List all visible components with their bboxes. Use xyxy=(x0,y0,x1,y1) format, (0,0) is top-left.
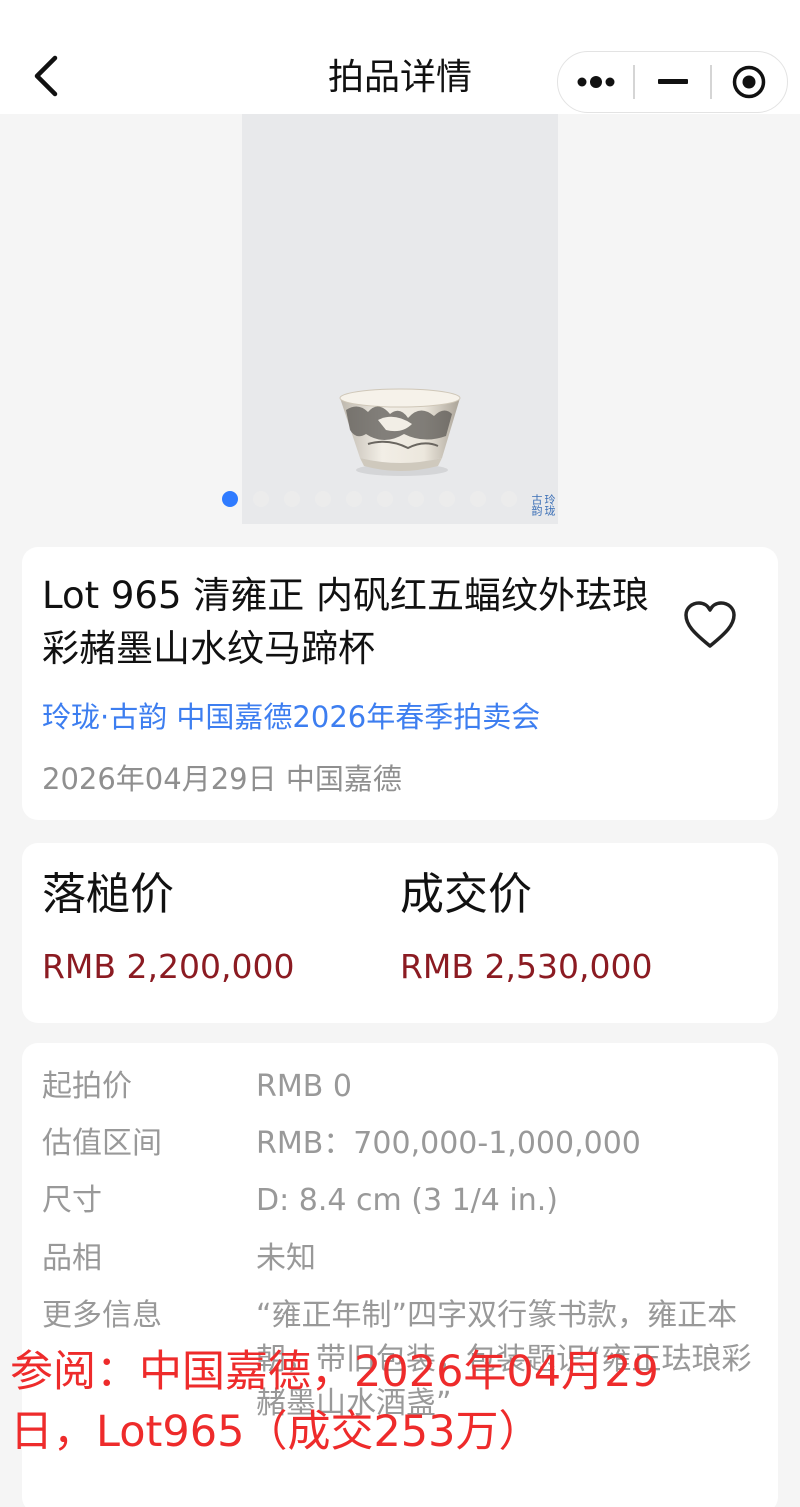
pagination-dot[interactable] xyxy=(253,491,269,507)
pagination-dot-active[interactable] xyxy=(222,491,238,507)
detail-label: 品相 xyxy=(42,1241,102,1276)
more-button[interactable] xyxy=(558,52,633,112)
pagination-dot[interactable] xyxy=(284,491,300,507)
minimize-button[interactable] xyxy=(635,52,710,112)
pagination-dot[interactable] xyxy=(377,491,393,507)
navigation-bar: 拍品详情 xyxy=(0,0,800,114)
pagination-dot[interactable] xyxy=(346,491,362,507)
detail-label: 估值区间 xyxy=(42,1126,162,1161)
deal-price-block: 成交价 RMB 2,530,000 xyxy=(400,863,652,989)
page-title: 拍品详情 xyxy=(327,57,472,98)
detail-label: 起拍价 xyxy=(42,1069,132,1104)
detail-value: 未知 xyxy=(256,1241,316,1276)
minimize-icon xyxy=(657,79,688,84)
hammer-price-block: 落槌价 RMB 2,200,000 xyxy=(42,863,294,989)
favorite-button[interactable] xyxy=(682,599,738,651)
lot-info-card: Lot 965 清雍正 内矾红五蝠纹外珐琅彩赭墨山水纹马蹄杯 玲珑·古韵 中国嘉… xyxy=(22,547,778,820)
mini-program-capsule xyxy=(557,51,788,113)
pagination-dot[interactable] xyxy=(501,491,517,507)
auction-sale-link[interactable]: 玲珑·古韵 中国嘉德2026年春季拍卖会 xyxy=(42,697,540,737)
pagination-dot[interactable] xyxy=(470,491,486,507)
heart-outline-icon xyxy=(684,601,736,648)
detail-value: D: 8.4 cm (3 1/4 in.) xyxy=(256,1183,558,1218)
close-target-icon xyxy=(733,65,766,99)
hammer-price-value: RMB 2,200,000 xyxy=(42,947,295,986)
detail-label: 更多信息 xyxy=(42,1298,162,1333)
overlay-reference-note: 参阅：中国嘉德，2026年04月29日，Lot965（成交253万） xyxy=(10,1347,659,1457)
close-button[interactable] xyxy=(712,52,787,112)
lot-title: Lot 965 清雍正 内矾红五蝠纹外珐琅彩赭墨山水纹马蹄杯 xyxy=(42,574,650,670)
detail-value: RMB 0 xyxy=(256,1069,352,1104)
product-image-gallery[interactable]: 玲珑 古韵 xyxy=(242,114,558,524)
gallery-pagination-dots xyxy=(222,490,562,508)
back-button[interactable] xyxy=(22,50,70,102)
pagination-dot[interactable] xyxy=(408,491,424,507)
porcelain-cup-image xyxy=(339,388,461,476)
hammer-price-label: 落槌价 xyxy=(42,869,174,920)
deal-price-label: 成交价 xyxy=(400,869,532,920)
deal-price-value: RMB 2,530,000 xyxy=(400,947,653,986)
price-card: 落槌价 RMB 2,200,000 成交价 RMB 2,530,000 xyxy=(22,843,778,1023)
pagination-dot[interactable] xyxy=(315,491,331,507)
detail-value: RMB：700,000-1,000,000 xyxy=(256,1126,641,1161)
back-chevron-icon xyxy=(34,55,58,97)
more-dots-icon xyxy=(577,76,615,88)
detail-label: 尺寸 xyxy=(42,1183,102,1218)
pagination-dot[interactable] xyxy=(439,491,455,507)
auction-date-house: 2026年04月29日 中国嘉德 xyxy=(42,762,402,796)
